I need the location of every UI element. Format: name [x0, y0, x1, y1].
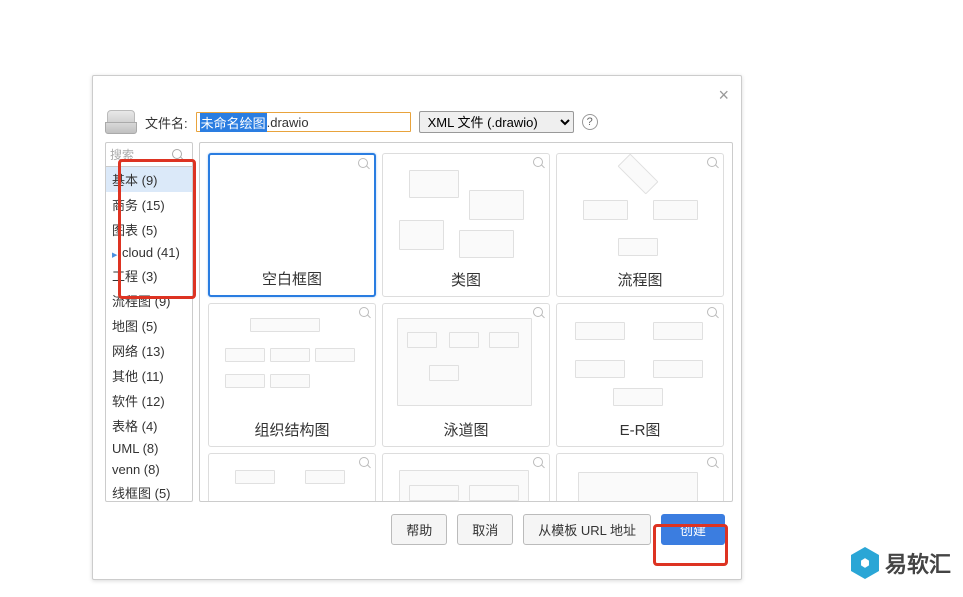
category-item[interactable]: 基本 (9): [106, 167, 192, 192]
category-item[interactable]: 线框图 (5): [106, 480, 192, 501]
create-button[interactable]: 创建: [661, 514, 725, 545]
category-item[interactable]: 工程 (3): [106, 263, 192, 288]
dialog-body: 基本 (9)商务 (15)图表 (5)cloud (41)工程 (3)流程图 (…: [93, 142, 741, 502]
template-card[interactable]: 组织结构图: [208, 303, 376, 447]
category-sidebar: 基本 (9)商务 (15)图表 (5)cloud (41)工程 (3)流程图 (…: [105, 142, 193, 502]
watermark: 易软汇: [851, 547, 951, 579]
category-item[interactable]: cloud (41): [106, 242, 192, 263]
search-input[interactable]: [110, 148, 168, 162]
help-icon[interactable]: ?: [582, 114, 598, 130]
template-label: 流程图: [557, 269, 723, 290]
category-search[interactable]: [106, 143, 192, 167]
template-card[interactable]: Simple: [382, 453, 550, 501]
category-item[interactable]: 网络 (13): [106, 338, 192, 363]
category-item[interactable]: 软件 (12): [106, 388, 192, 413]
filename-selection: 未命名绘图: [200, 113, 267, 132]
filename-label: 文件名:: [145, 113, 188, 132]
category-item[interactable]: 地图 (5): [106, 313, 192, 338]
template-card[interactable]: Sequence: [208, 453, 376, 501]
zoom-icon[interactable]: [707, 157, 720, 170]
template-card[interactable]: 泳道图: [382, 303, 550, 447]
category-list: 基本 (9)商务 (15)图表 (5)cloud (41)工程 (3)流程图 (…: [106, 167, 192, 501]
template-label: 空白框图: [210, 268, 374, 289]
category-item[interactable]: UML (8): [106, 438, 192, 459]
template-label: E-R图: [557, 419, 723, 440]
footer-row: 帮助 取消 从模板 URL 地址 创建: [93, 502, 741, 557]
category-item[interactable]: 商务 (15): [106, 192, 192, 217]
from-url-button[interactable]: 从模板 URL 地址: [523, 514, 651, 545]
zoom-icon[interactable]: [359, 307, 372, 320]
search-icon: [172, 149, 184, 161]
template-card[interactable]: 空白框图: [208, 153, 376, 297]
template-label: 泳道图: [383, 419, 549, 440]
watermark-text: 易软汇: [885, 547, 951, 579]
help-button[interactable]: 帮助: [391, 514, 447, 545]
zoom-icon[interactable]: [533, 457, 546, 470]
template-grid[interactable]: 空白框图类图流程图组织结构图泳道图 E-R图 SequenceSimpleCross…: [200, 143, 732, 501]
category-item[interactable]: 表格 (4): [106, 413, 192, 438]
template-label: 组织结构图: [209, 419, 375, 440]
category-item[interactable]: 流程图 (9): [106, 288, 192, 313]
watermark-logo-icon: [851, 547, 879, 579]
template-label: 类图: [383, 269, 549, 290]
category-item[interactable]: 图表 (5): [106, 217, 192, 242]
close-icon[interactable]: ×: [718, 86, 729, 104]
template-card[interactable]: E-R图: [556, 303, 724, 447]
new-diagram-dialog: × 文件名: 未命名绘图.drawio XML 文件 (.drawio) ? 基…: [92, 75, 742, 580]
zoom-icon[interactable]: [533, 307, 546, 320]
filename-rest: .drawio: [267, 115, 309, 130]
category-item[interactable]: venn (8): [106, 459, 192, 480]
filename-input[interactable]: 未命名绘图.drawio: [196, 112, 411, 132]
category-item[interactable]: 其他 (11): [106, 363, 192, 388]
zoom-icon[interactable]: [707, 457, 720, 470]
template-card[interactable]: 流程图: [556, 153, 724, 297]
zoom-icon[interactable]: [359, 457, 372, 470]
template-card[interactable]: Cross-: [556, 453, 724, 501]
zoom-icon[interactable]: [533, 157, 546, 170]
zoom-icon[interactable]: [707, 307, 720, 320]
file-type-select[interactable]: XML 文件 (.drawio): [419, 111, 574, 133]
cancel-button[interactable]: 取消: [457, 514, 513, 545]
zoom-icon[interactable]: [358, 158, 371, 171]
template-card[interactable]: 类图: [382, 153, 550, 297]
disk-icon: [105, 110, 137, 134]
template-panel: 空白框图类图流程图组织结构图泳道图 E-R图 SequenceSimpleCross…: [199, 142, 733, 502]
header-row: 文件名: 未命名绘图.drawio XML 文件 (.drawio) ?: [93, 102, 741, 142]
